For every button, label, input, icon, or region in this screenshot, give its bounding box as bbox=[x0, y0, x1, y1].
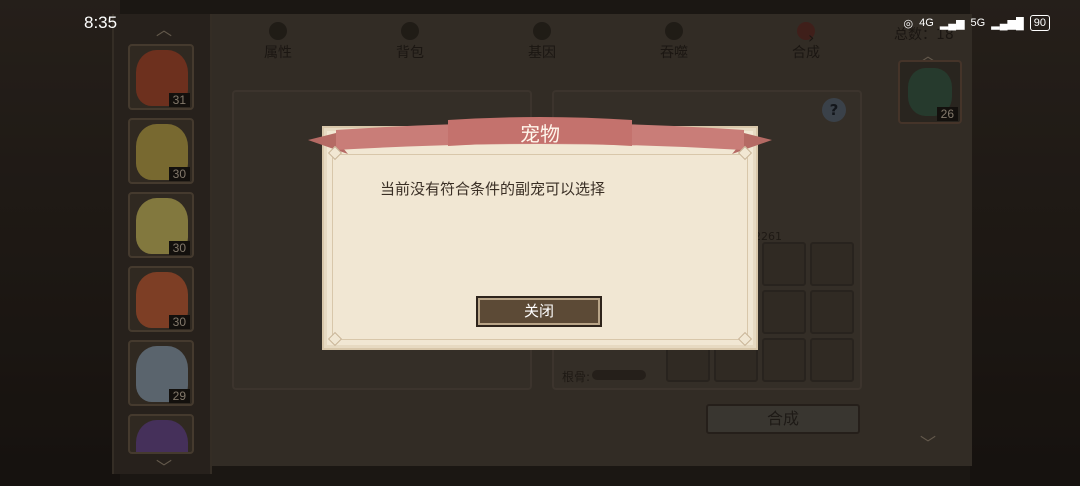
status-time: 8:35 bbox=[84, 13, 118, 32]
network-4g: 4G bbox=[919, 17, 934, 29]
status-icons: ◎ 4G ▂▄▆ 5G ▂▄▆█ 90 bbox=[904, 15, 1050, 31]
game-screen: ︿ 31 30 30 30 29 ﹀ 属性 背包 基因 吞噬 合成 › ? 根骨… bbox=[0, 0, 1080, 486]
hotspot-icon: ◎ bbox=[903, 17, 914, 30]
battery-indicator: 90 bbox=[1029, 15, 1050, 31]
network-5g: 5G bbox=[970, 17, 986, 29]
dialog-title: 宠物 bbox=[520, 122, 560, 146]
signal-icon: ▂▄▆█ bbox=[991, 17, 1024, 30]
signal-icon: ▂▄▆ bbox=[939, 17, 965, 30]
close-button[interactable]: 关闭 bbox=[476, 296, 602, 327]
dialog-message: 当前没有符合条件的副宠可以选择 bbox=[380, 180, 606, 198]
status-bar: 8:35 ◎ 4G ▂▄▆ 5G ▂▄▆█ 90 bbox=[0, 0, 1080, 44]
